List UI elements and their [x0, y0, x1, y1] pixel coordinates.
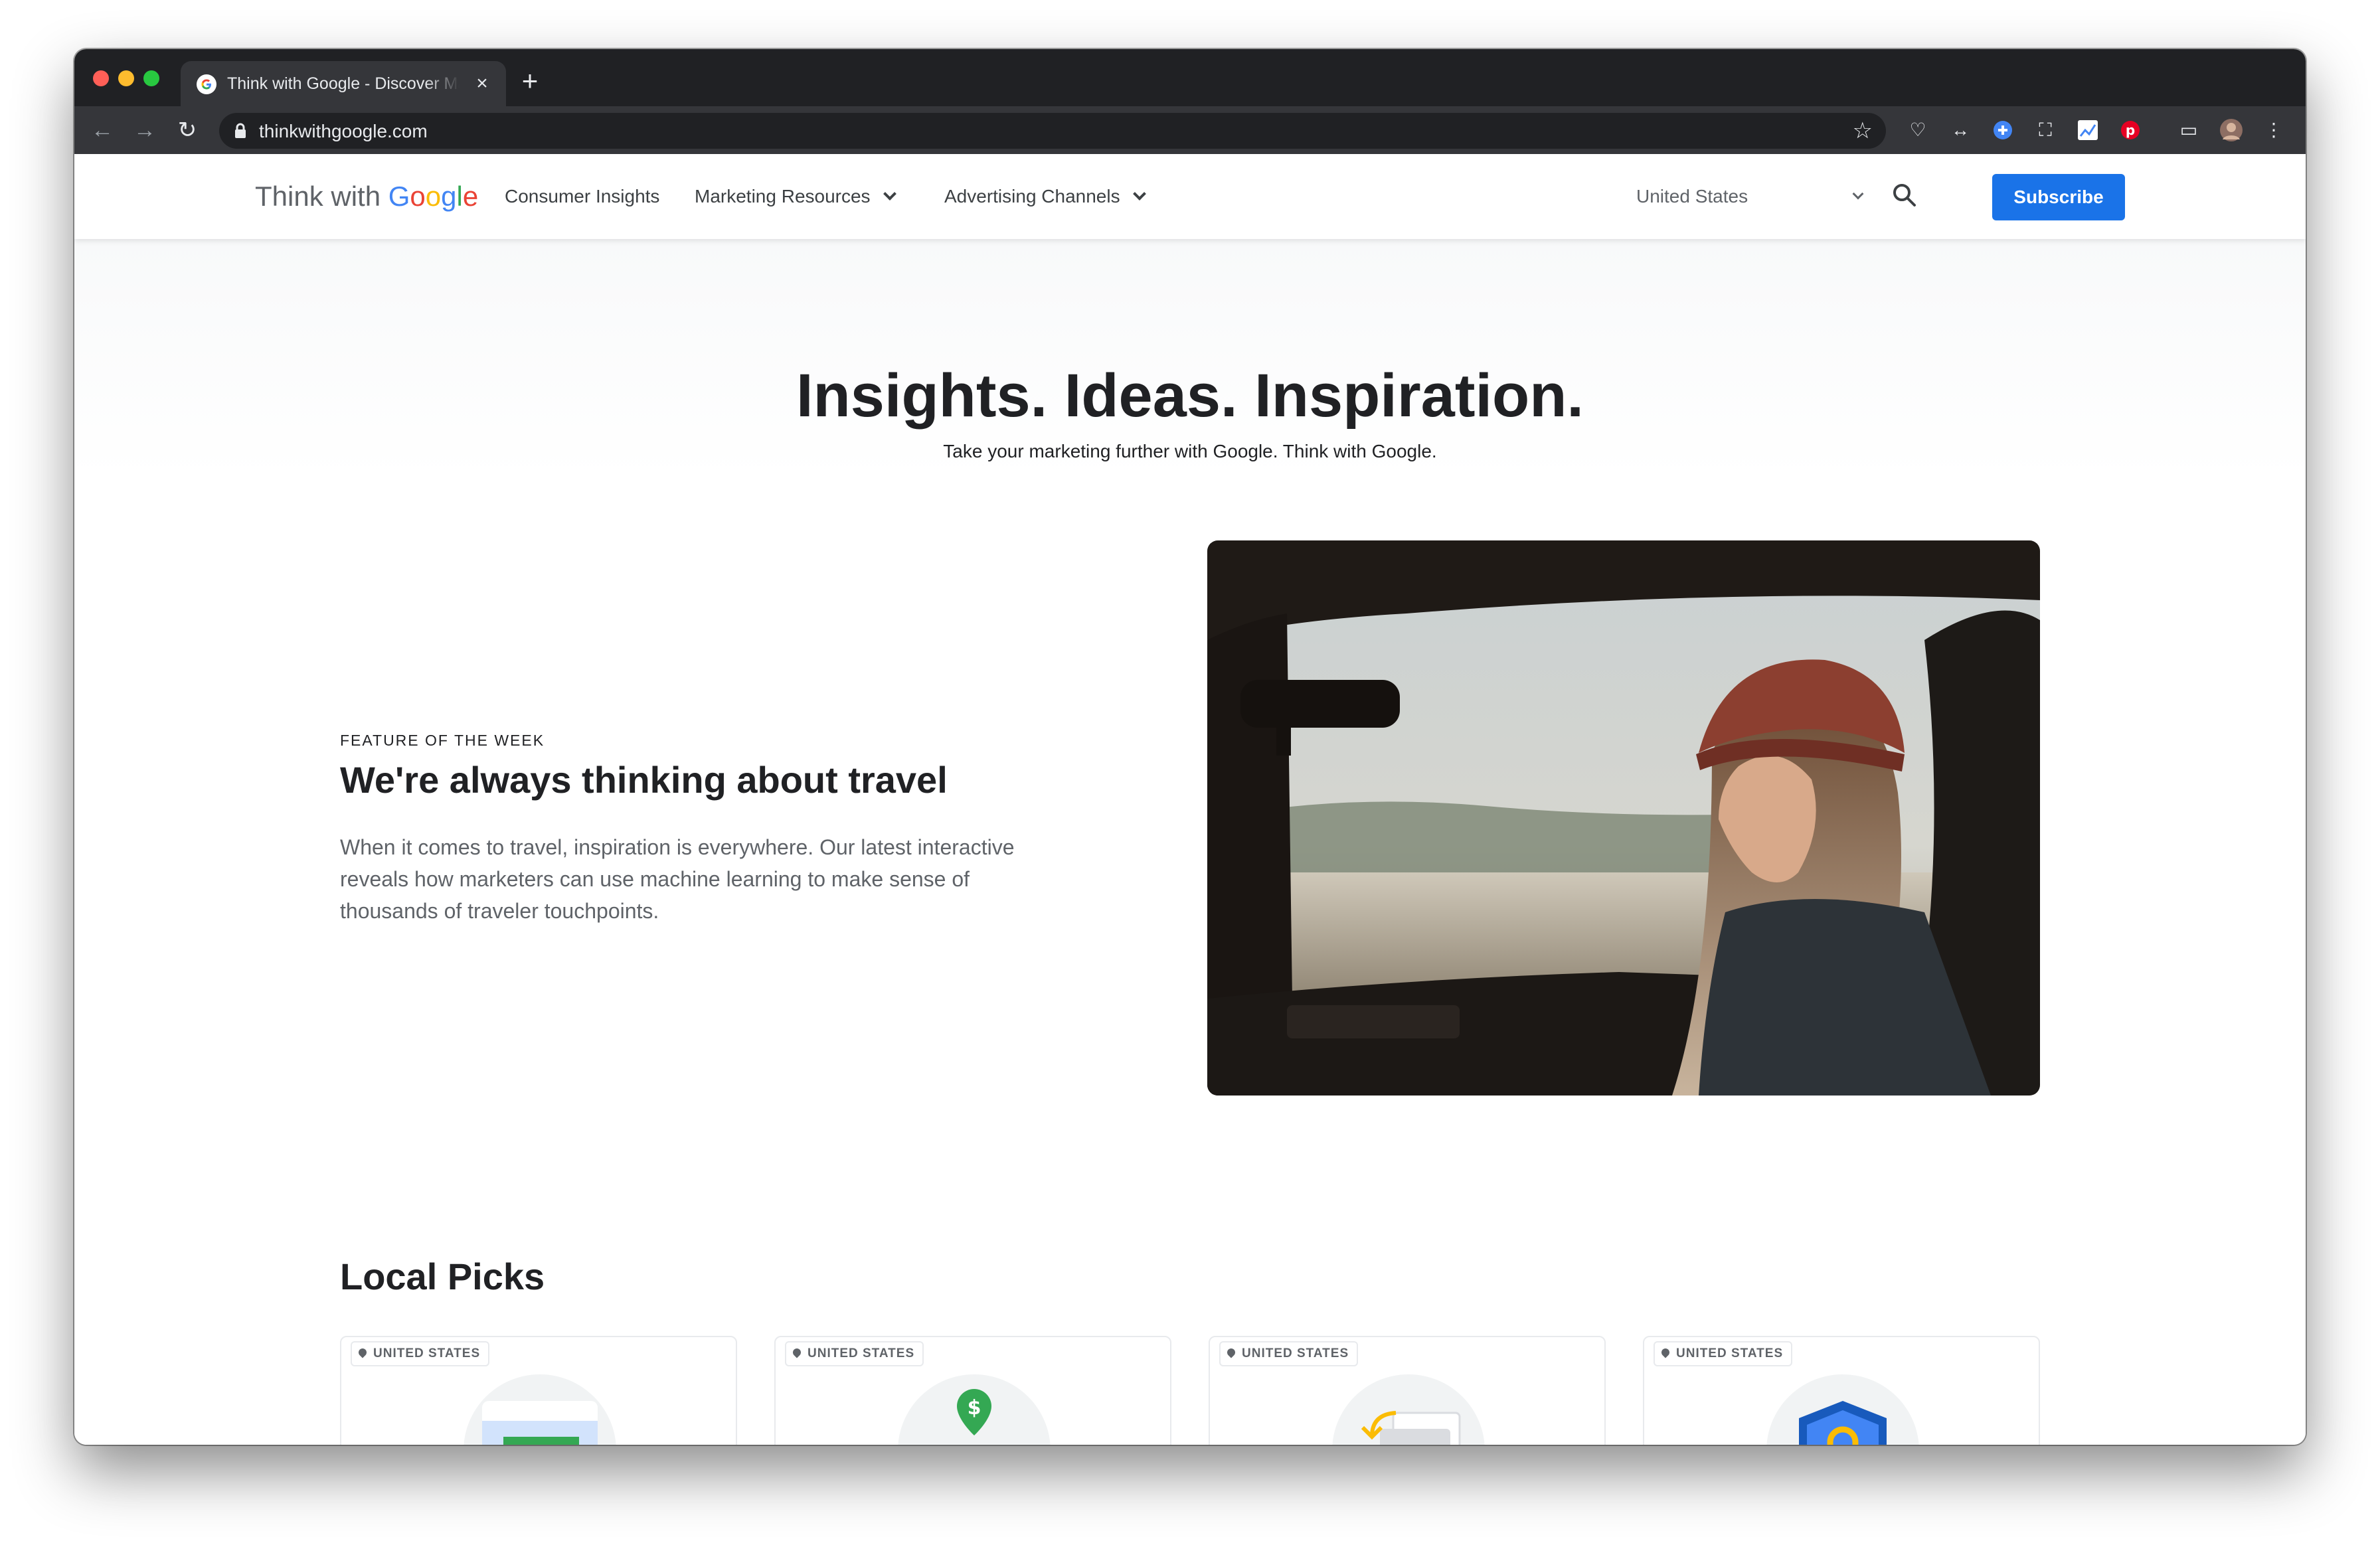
- browser-toolbar: ← → ↻ thinkwithgoogle.com ☆ ♡ ↔ ⛶ p ▭ ⋮: [74, 106, 2306, 154]
- bookmark-star-icon[interactable]: ☆: [1853, 118, 1873, 143]
- nav-label: Advertising Channels: [944, 186, 1120, 206]
- subscribe-button[interactable]: Subscribe: [1992, 174, 2125, 220]
- region-select[interactable]: United States: [1636, 186, 1864, 207]
- browser-window: Think with Google - Discover Marketing R…: [74, 49, 2306, 1445]
- feature-eyebrow: FEATURE OF THE WEEK: [340, 732, 545, 749]
- feature-title[interactable]: We're always thinking about travel: [340, 758, 948, 801]
- forward-arrow-icon[interactable]: →: [130, 116, 159, 145]
- shield-lock-icon: [1766, 1374, 1919, 1445]
- local-picks-title: Local Picks: [340, 1256, 545, 1297]
- local-pick-card[interactable]: UNITED STATES $: [774, 1336, 1171, 1445]
- browser-menu-icon[interactable]: ⋮: [2260, 117, 2287, 143]
- location-pin-icon: [357, 1346, 369, 1358]
- logo-letter-g: g: [441, 181, 457, 212]
- web-page: Think with Google Consumer Insights Mark…: [74, 154, 2306, 1445]
- location-tag: UNITED STATES: [1654, 1341, 1793, 1366]
- pinterest-extension-icon[interactable]: p: [2117, 117, 2144, 143]
- page-headline: Insights. Ideas. Inspiration.: [796, 362, 1584, 430]
- location-pin-icon: [1659, 1346, 1671, 1358]
- house-dollar-icon: $: [898, 1374, 1051, 1445]
- storefront-icon: [464, 1374, 616, 1445]
- profile-avatar[interactable]: [2218, 117, 2245, 143]
- logo-letter-l: l: [456, 181, 463, 212]
- location-tag: UNITED STATES: [1219, 1341, 1359, 1366]
- region-value: United States: [1636, 186, 1748, 206]
- back-arrow-icon[interactable]: ←: [88, 116, 117, 145]
- new-tab-button[interactable]: +: [515, 66, 545, 96]
- browser-tab[interactable]: Think with Google - Discover Marketing R…: [181, 61, 506, 106]
- logo-letter-e: e: [462, 181, 479, 212]
- logo-letter-o: o: [410, 181, 426, 212]
- location-pin-icon: [791, 1346, 803, 1358]
- local-pick-card[interactable]: UNITED STATES: [340, 1336, 737, 1445]
- chevron-down-icon: [1852, 188, 1864, 200]
- location-tag-label: UNITED STATES: [373, 1346, 481, 1360]
- nav-consumer-insights[interactable]: Consumer Insights: [505, 186, 659, 207]
- nav-label: Consumer Insights: [505, 186, 660, 206]
- maximize-window-button[interactable]: [143, 70, 159, 86]
- location-tag-label: UNITED STATES: [1676, 1346, 1784, 1360]
- arrows-extension-icon[interactable]: ↔: [1947, 117, 1974, 143]
- address-bar[interactable]: thinkwithgoogle.com ☆: [219, 113, 1886, 149]
- search-icon[interactable]: [1891, 182, 1918, 208]
- logo-letter-o: o: [425, 181, 442, 212]
- think-with-google-logo[interactable]: Think with Google: [255, 181, 478, 212]
- location-tag-label: UNITED STATES: [808, 1346, 915, 1360]
- tab-close-icon[interactable]: ×: [470, 72, 494, 96]
- nav-marketing-resources[interactable]: Marketing Resources: [695, 186, 896, 207]
- google-favicon-icon: [197, 74, 216, 94]
- card-exchange-icon: [1332, 1374, 1485, 1445]
- feature-description: When it comes to travel, inspiration is …: [340, 835, 1015, 923]
- screenshot-extension-icon[interactable]: ⛶: [2032, 117, 2059, 143]
- url-text: thinkwithgoogle.com: [259, 121, 428, 141]
- site-header: Think with Google Consumer Insights Mark…: [74, 154, 2306, 239]
- minimize-window-button[interactable]: [118, 70, 134, 86]
- location-tag: UNITED STATES: [351, 1341, 490, 1366]
- reload-icon[interactable]: ↻: [173, 116, 202, 145]
- chevron-down-icon: [1132, 187, 1146, 201]
- svg-text:$: $: [968, 1396, 981, 1420]
- page-subheadline: Take your marketing further with Google.…: [943, 441, 1437, 461]
- cast-icon[interactable]: ▭: [2175, 117, 2202, 143]
- svg-text:p: p: [2126, 122, 2135, 138]
- nav-advertising-channels[interactable]: Advertising Channels: [944, 186, 1146, 207]
- chevron-down-icon: [883, 187, 896, 201]
- location-pin-icon: [1225, 1346, 1237, 1358]
- woman-driving-photo: [1207, 540, 2040, 1096]
- pocket-extension-icon[interactable]: ♡: [1905, 117, 1931, 143]
- feature-image[interactable]: [1207, 540, 2040, 1096]
- chart-extension-icon[interactable]: [2075, 117, 2101, 143]
- logo-prefix: Think with: [255, 181, 388, 212]
- logo-letter-g: G: [388, 181, 410, 212]
- tab-strip: Think with Google - Discover Marketing R…: [74, 49, 2306, 106]
- local-pick-card[interactable]: UNITED STATES: [1643, 1336, 2040, 1445]
- lock-icon: [235, 123, 246, 138]
- tab-title: Think with Google - Discover Marketing R…: [227, 74, 460, 93]
- plus-extension-icon[interactable]: [1990, 117, 2016, 143]
- location-tag-label: UNITED STATES: [1242, 1346, 1349, 1360]
- local-pick-card[interactable]: UNITED STATES: [1209, 1336, 1606, 1445]
- location-tag: UNITED STATES: [785, 1341, 924, 1366]
- nav-label: Marketing Resources: [695, 186, 871, 206]
- close-window-button[interactable]: [93, 70, 109, 86]
